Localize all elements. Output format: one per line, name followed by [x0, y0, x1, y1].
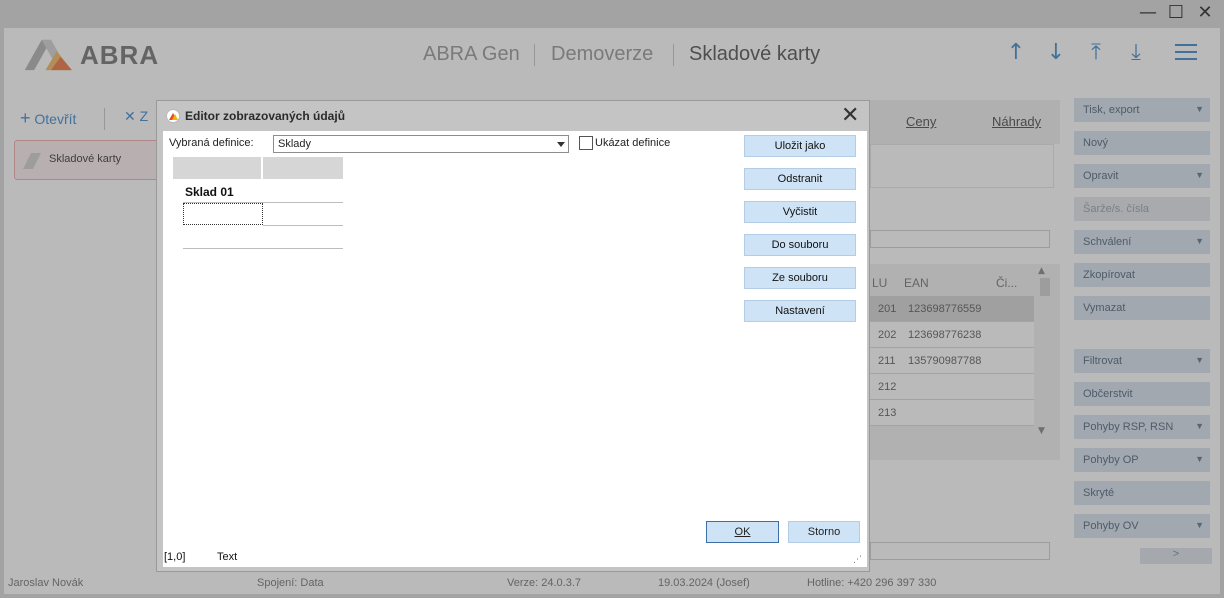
dialog-title: Editor zobrazovaných údajů	[185, 109, 346, 123]
preview-divider	[263, 225, 343, 226]
show-definitions-checkbox[interactable]	[579, 136, 593, 150]
settings-button[interactable]: Nastavení	[744, 300, 856, 322]
preview-divider	[183, 248, 343, 249]
abra-app-icon	[166, 109, 180, 123]
application-window: — ☐ ✕ ABRA ABRA Gen Demoverze Skladové k…	[0, 0, 1224, 598]
delete-button[interactable]: Odstranit	[744, 168, 856, 190]
export-to-file-button[interactable]: Do souboru	[744, 234, 856, 256]
maximize-button[interactable]: ☐	[1164, 2, 1188, 23]
preview-header-cell	[263, 157, 343, 179]
ok-button[interactable]: OK	[706, 521, 779, 543]
definition-label: Vybraná definice:	[169, 137, 254, 149]
clear-button[interactable]: Vyčistit	[744, 201, 856, 223]
close-window-button[interactable]: ✕	[1193, 2, 1217, 23]
show-definitions-label: Ukázat definice	[595, 137, 671, 149]
resize-grip-icon[interactable]: ⋰	[853, 555, 862, 565]
save-as-button[interactable]: Uložit jako	[744, 135, 856, 157]
dialog-close-icon[interactable]: ✕	[841, 103, 859, 128]
chevron-down-icon	[557, 142, 565, 147]
preview-selected-cell[interactable]	[183, 203, 263, 225]
preview-header-cell	[173, 157, 261, 179]
field-editor-dialog: Editor zobrazovaných údajů ✕ Vybraná def…	[156, 100, 870, 572]
cancel-button[interactable]: Storno	[788, 521, 860, 543]
dialog-body: Vybraná definice: Sklady Ukázat definice…	[163, 131, 867, 567]
field-type: Text	[217, 551, 238, 563]
cursor-position: [1,0]	[164, 551, 186, 563]
import-from-file-button[interactable]: Ze souboru	[744, 267, 856, 289]
definition-value: Sklady	[278, 138, 312, 150]
dialog-titlebar: Editor zobrazovaných údajů ✕	[157, 101, 869, 131]
preview-title: Sklad 01	[185, 185, 234, 199]
minimize-button[interactable]: —	[1136, 2, 1160, 23]
definition-select[interactable]: Sklady	[273, 135, 569, 153]
